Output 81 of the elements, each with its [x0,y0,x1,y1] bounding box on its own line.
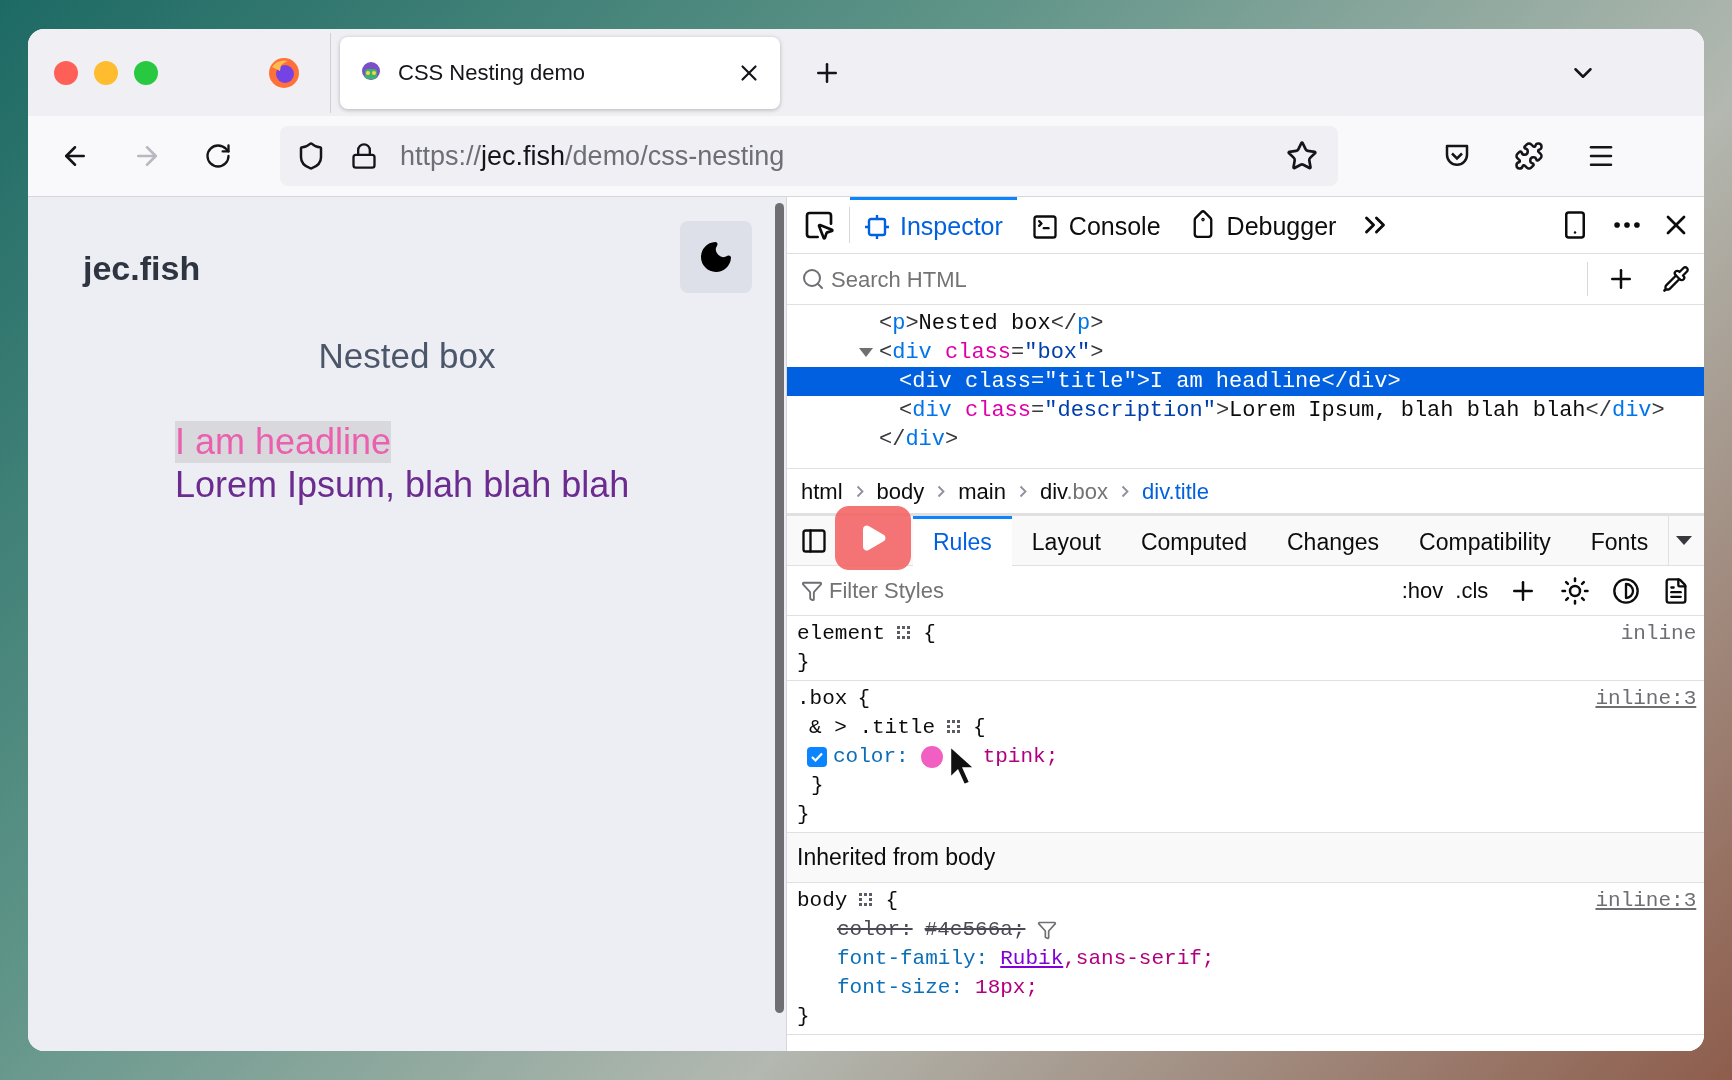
font-link[interactable]: Rubik [1000,942,1064,975]
filter-icon[interactable] [1037,919,1058,940]
expand-triangle-icon[interactable] [859,348,873,357]
browser-tab[interactable]: CSS Nesting demo [340,36,780,109]
filter-icon [801,579,823,602]
contrast-icon[interactable] [1612,576,1641,605]
section-header: Inherited from body [797,843,996,873]
light-scheme-icon[interactable] [1560,575,1591,606]
sidebar-toggle-icon[interactable] [799,526,829,555]
markup-line[interactable]: <div class="description">Lorem Ipsum, blah blah blah</div> [787,396,1704,425]
css-brace: { [857,685,871,712]
css-property: font-size: [837,974,964,1001]
css-value: tpink; [982,743,1059,770]
markup-line[interactable]: <div class="box"> [787,338,1704,367]
css-selector: & > .title [809,714,936,741]
console-icon [1030,212,1059,241]
css-brace: } [797,801,810,828]
css-brace: { [973,714,986,741]
devtools-tab[interactable]: Inspector [850,196,1017,254]
markup-line[interactable]: </div> [787,425,1704,454]
browser-logo-icon[interactable] [268,56,300,89]
search-field[interactable]: Search HTML [831,262,1588,296]
moon-icon [698,239,734,275]
play-button[interactable] [835,506,911,570]
panel-tab[interactable]: Fonts [1570,515,1669,566]
css-selector: .box [797,685,848,712]
css-selector: element [797,620,886,647]
rule-source[interactable]: inline:3 [1595,886,1697,915]
breadcrumb-separator-icon [855,484,864,498]
breadcrumb-separator-icon [1018,484,1027,498]
page-heading: Nested box [317,335,497,377]
bookmark-star-icon[interactable] [1286,140,1318,172]
panel-tab[interactable]: Layout [1011,515,1121,566]
rule-source[interactable]: inline:3 [1595,684,1697,713]
url-text: https://jec.fish/demo/css-nesting [400,139,785,173]
address-bar[interactable]: https://jec.fish/demo/css-nesting [280,126,1338,186]
devtools-tab[interactable]: Debugger [1174,196,1351,254]
css-brace: } [797,1003,810,1030]
dark-mode-button[interactable] [680,221,752,293]
css-brace: } [811,772,824,799]
element-picker-icon[interactable] [803,209,835,241]
breadcrumb[interactable]: body [876,474,925,508]
css-value: #4c566a; [924,916,1026,943]
filter-field[interactable]: Filter Styles [829,574,1396,607]
css-property: color: [837,916,913,943]
description-text: Lorem Ipsum, blah blah blah [175,462,630,507]
close-window-button[interactable] [54,60,78,85]
markup-line[interactable]: <p>Nested box</p> [787,309,1704,338]
breadcrumb-separator-icon [1121,484,1130,498]
css-brace: } [797,649,810,676]
breadcrumb[interactable]: html [801,474,843,508]
site-title[interactable]: jec.fish [83,243,201,294]
inspector-icon [864,213,890,240]
headline-text: I am headline [175,420,392,463]
panel-tab[interactable]: Rules [913,515,1012,566]
panel-tab[interactable]: Changes [1267,515,1400,566]
css-property: font-family: [837,945,989,972]
css-value: 18px; [975,974,1039,1001]
pseudo-class-button[interactable]: :hov [1395,574,1450,607]
css-brace: { [923,620,936,647]
breadcrumb[interactable]: div.box [1039,474,1109,508]
lock-icon[interactable] [350,142,378,170]
pseudo-class-button[interactable]: .cls [1449,574,1495,607]
reload-icon[interactable] [204,142,232,170]
devtools-tab[interactable]: Console [1016,196,1175,254]
eyedropper-icon[interactable] [1662,265,1691,293]
color-swatch[interactable] [920,745,943,768]
css-selector: body [797,887,848,914]
css-value: ,sans-serif; [1063,945,1215,972]
css-property: color: [833,743,909,770]
css-brace: { [885,887,899,914]
search-icon [801,267,825,291]
panel-tab[interactable]: Compatibility [1399,515,1571,566]
breadcrumb[interactable]: div.title [1142,474,1209,508]
dropdown-triangle-icon[interactable] [1675,536,1692,545]
breadcrumb-separator-icon [937,484,946,498]
declaration-checkbox[interactable] [807,746,827,767]
panel-tab[interactable]: Computed [1120,515,1267,566]
breadcrumb[interactable]: main [958,474,1006,508]
extensions-icon[interactable] [1514,141,1544,171]
rule-source: inline [1620,621,1697,647]
